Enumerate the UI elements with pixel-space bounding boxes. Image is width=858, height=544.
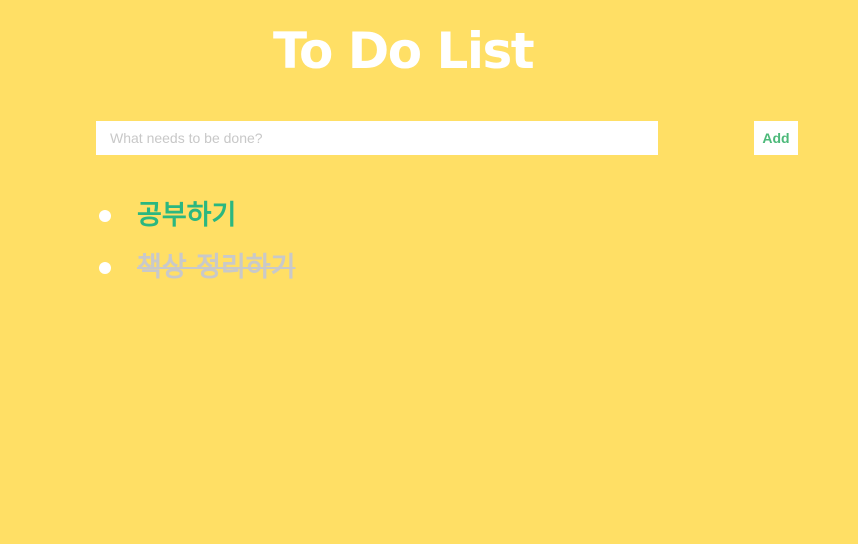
- todo-item-text: 책상 정리하기: [137, 252, 296, 283]
- todo-form: Add: [96, 121, 798, 155]
- bullet-icon: [99, 262, 111, 274]
- todo-item-completed[interactable]: 책상 정리하기: [99, 242, 295, 294]
- todo-list: 공부하기 책상 정리하기: [99, 190, 295, 294]
- add-button[interactable]: Add: [754, 121, 798, 155]
- todo-input[interactable]: [96, 121, 658, 155]
- todo-item[interactable]: 공부하기: [99, 190, 295, 242]
- bullet-icon: [99, 210, 111, 222]
- page-title: To Do List: [273, 22, 535, 80]
- todo-item-text: 공부하기: [137, 200, 237, 231]
